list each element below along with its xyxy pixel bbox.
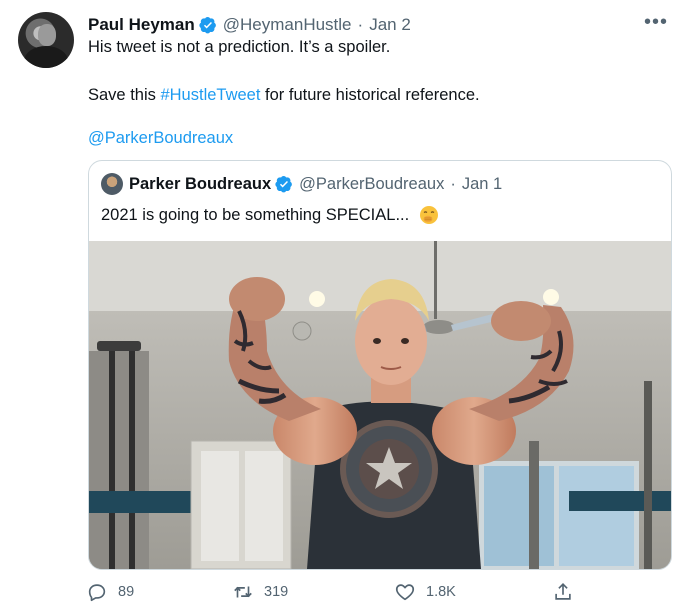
retweet-count: 319: [264, 584, 289, 600]
more-options-icon[interactable]: •••: [644, 12, 668, 32]
author-handle[interactable]: @HeymanHustle: [223, 15, 352, 35]
line2-prefix: Save this: [88, 86, 161, 104]
share-icon: [555, 583, 571, 600]
retweet-icon: [234, 586, 252, 598]
tweet-header: Paul Heyman @HeymanHustle · Jan 2: [88, 14, 411, 36]
tweet-text-line-2: Save this #HustleTweet for future histor…: [88, 86, 480, 105]
retweet-button[interactable]: 319: [232, 578, 288, 606]
hashtag-link[interactable]: #HustleTweet: [160, 86, 260, 104]
tweet-text-line-3: @ParkerBoudreaux: [88, 129, 233, 148]
quoted-author-name[interactable]: Parker Boudreaux: [129, 175, 271, 194]
quoted-tweet-header: Parker Boudreaux @ParkerBoudreaux · Jan …: [129, 173, 502, 195]
tweet-text-line-1: His tweet is not a prediction. It’s a sp…: [88, 38, 391, 56]
quoted-author-handle[interactable]: @ParkerBoudreaux: [299, 175, 444, 194]
quoted-verified-badge-icon: [275, 175, 293, 193]
quoted-tweet-text: 2021 is going to be something SPECIAL...: [101, 205, 439, 225]
mention-link[interactable]: @ParkerBoudreaux: [88, 129, 233, 147]
reply-icon: [88, 584, 106, 602]
gym-selfie-image: [89, 241, 671, 569]
face-with-hand-over-mouth-emoji-icon: [420, 206, 439, 224]
verified-badge-icon: [199, 16, 216, 34]
reply-button[interactable]: 89: [86, 578, 134, 606]
share-button[interactable]: [552, 578, 584, 606]
heart-icon: [395, 584, 415, 601]
quoted-tweet-photo[interactable]: [89, 241, 671, 569]
quoted-tweet-date[interactable]: Jan 1: [462, 175, 502, 194]
tweet-date[interactable]: Jan 2: [369, 15, 411, 35]
separator-dot: ·: [357, 15, 364, 34]
quoted-separator-dot: ·: [450, 174, 456, 193]
quoted-author-avatar[interactable]: [101, 173, 123, 195]
like-button[interactable]: 1.8K: [394, 578, 456, 606]
tweet-actions-bar: 89 319 1.8K: [82, 578, 682, 606]
reply-count: 89: [118, 584, 135, 600]
like-count: 1.8K: [426, 584, 456, 600]
quoted-text: 2021 is going to be something SPECIAL...: [101, 205, 410, 224]
line2-suffix: for future historical reference.: [260, 86, 480, 104]
quoted-tweet[interactable]: Parker Boudreaux @ParkerBoudreaux · Jan …: [88, 160, 672, 570]
author-name[interactable]: Paul Heyman: [88, 15, 195, 35]
tweet-card[interactable]: Paul Heyman @HeymanHustle · Jan 2 ••• Hi…: [0, 0, 690, 615]
author-avatar[interactable]: [18, 12, 74, 68]
